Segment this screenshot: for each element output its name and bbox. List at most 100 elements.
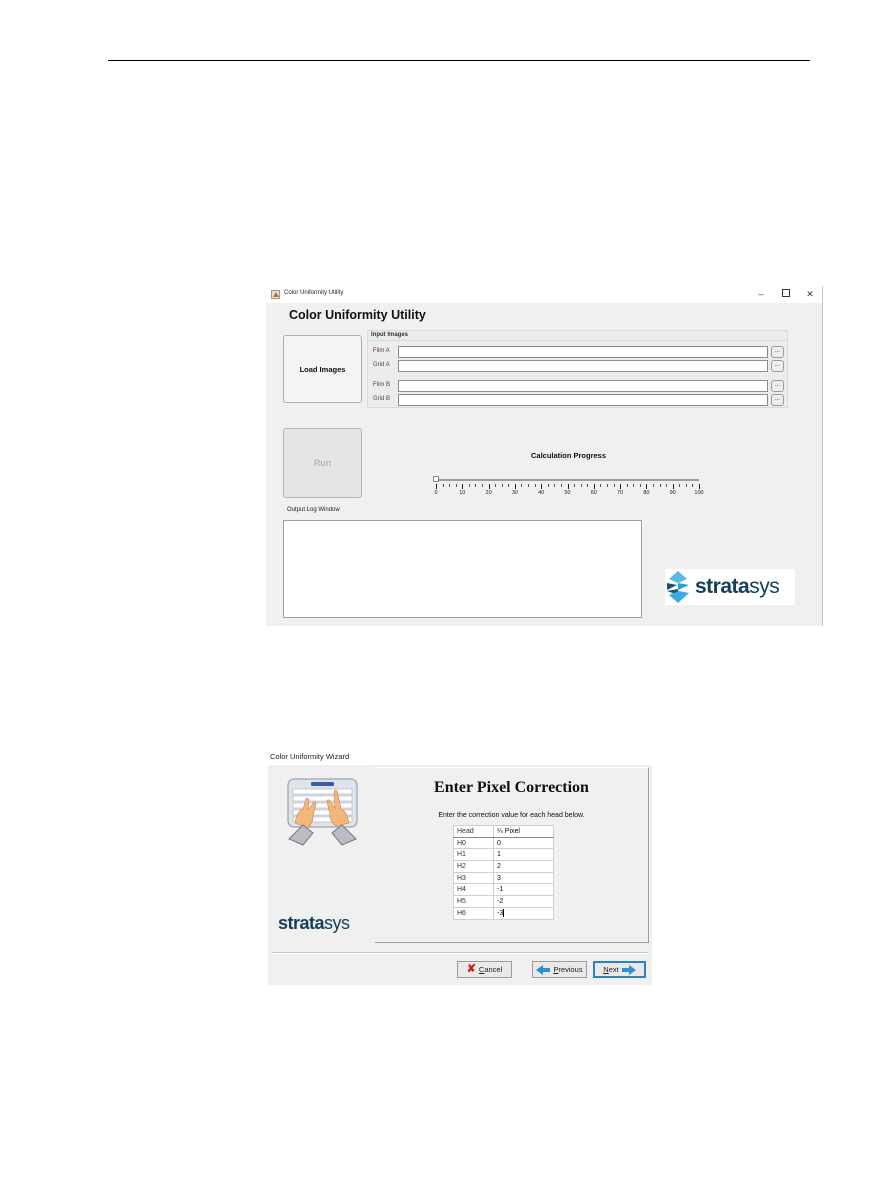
minor-tick — [534, 484, 536, 487]
major-tick — [620, 484, 622, 489]
grid-a-label: Grid A — [373, 362, 390, 368]
maximize-icon — [782, 289, 790, 297]
wizard-page-title: Enter Pixel Correction — [434, 779, 589, 796]
tick-label: 0 — [434, 490, 438, 496]
minor-tick — [580, 484, 582, 487]
minor-tick — [501, 484, 503, 487]
grid-a-browse-button[interactable]: ... — [771, 360, 784, 372]
arrow-right-icon — [621, 964, 636, 975]
app-heading: Color Uniformity Utility — [289, 308, 426, 322]
wizard-instruction: Enter the correction value for each head… — [438, 812, 585, 819]
minor-tick — [554, 484, 556, 487]
minor-tick — [639, 484, 641, 487]
slider-thumb[interactable] — [433, 476, 439, 482]
table-row: H2 2 — [453, 860, 554, 873]
minor-tick — [475, 484, 477, 487]
column-header-head[interactable]: Head — [453, 825, 494, 838]
pixel-value-cell[interactable]: 0 — [493, 836, 554, 850]
major-tick — [567, 484, 569, 489]
window-title: Color Uniformity Utility — [284, 290, 344, 296]
table-row: H5 -2 — [453, 895, 554, 908]
page-header-rule — [108, 60, 810, 61]
stratasys-wizard-logo: stratasys — [278, 913, 350, 933]
input-images-title: Input Images — [371, 332, 409, 338]
pixel-value-cell-editing[interactable]: -3 — [493, 906, 554, 920]
pixel-correction-table: Head ¼ Pixel H0 0 H1 1 H2 2 H3 3 H4 -1 H5 -2 H… — [453, 825, 554, 920]
table-row: H0 0 — [453, 836, 554, 850]
head-cell: H0 — [453, 836, 494, 850]
column-header-quarter-pixel[interactable]: ¼ Pixel — [493, 825, 554, 838]
grid-a-input[interactable] — [398, 360, 768, 372]
minor-tick — [455, 484, 457, 487]
minor-tick — [547, 484, 549, 487]
stratasys-logo-text: stratasys — [695, 575, 780, 598]
output-log-label: Output Log Window — [287, 507, 340, 513]
tick-label: 90 — [669, 490, 676, 496]
minor-tick — [449, 484, 451, 487]
grid-b-browse-button[interactable]: ... — [771, 394, 784, 406]
pixel-value-cell[interactable]: -1 — [493, 883, 554, 897]
previous-button[interactable]: Previous — [532, 961, 587, 978]
table-row: H1 1 — [453, 848, 554, 862]
major-tick — [593, 484, 595, 489]
next-button[interactable]: Next — [593, 961, 646, 978]
head-cell: H2 — [453, 860, 494, 873]
tick-label: 70 — [617, 490, 624, 496]
cancel-button[interactable]: ✘ Cancel — [457, 961, 512, 978]
minor-tick — [442, 484, 444, 487]
head-cell: H1 — [453, 848, 494, 862]
close-button[interactable]: ✕ — [803, 288, 817, 300]
film-a-browse-button[interactable]: ... — [771, 346, 784, 358]
grid-b-label: Grid B — [373, 396, 391, 402]
pixel-value-cell[interactable]: 3 — [493, 871, 554, 885]
minor-tick — [600, 484, 602, 487]
text-caret — [503, 909, 505, 918]
calculation-progress-slider[interactable]: 0 10 20 30 40 50 60 70 80 90 100 — [433, 476, 704, 496]
major-tick — [436, 484, 437, 489]
cancel-x-icon: ✘ — [466, 963, 476, 975]
calculation-progress-title: Calculation Progress — [531, 451, 607, 460]
minor-tick — [508, 484, 510, 487]
major-tick — [672, 484, 674, 489]
minor-tick — [574, 484, 576, 487]
minor-tick — [685, 484, 687, 487]
app-icon — [271, 290, 280, 299]
tick-label: 50 — [564, 490, 571, 496]
minor-tick — [587, 484, 589, 487]
pixel-value-cell[interactable]: 1 — [493, 848, 554, 862]
load-images-button[interactable]: Load Images — [283, 335, 362, 403]
major-tick — [646, 484, 648, 489]
major-tick — [541, 484, 543, 489]
pixel-value-cell[interactable]: 2 — [493, 860, 554, 873]
table-row: H3 3 — [453, 871, 554, 885]
minor-tick — [659, 484, 661, 487]
output-log-window[interactable] — [283, 520, 642, 618]
head-cell: H3 — [453, 871, 494, 885]
minor-tick — [560, 484, 562, 487]
minor-tick — [679, 484, 681, 487]
tick-label: 60 — [590, 490, 597, 496]
minor-tick — [652, 484, 654, 487]
color-uniformity-wizard: stratasys Enter Pixel Correction Enter t… — [268, 765, 652, 985]
minimize-button[interactable]: – — [754, 288, 768, 300]
head-cell: H4 — [453, 883, 494, 897]
maximize-button[interactable] — [779, 288, 793, 300]
pixel-value-cell[interactable]: -2 — [493, 895, 554, 908]
major-tick — [514, 484, 516, 489]
tick-label: 20 — [485, 490, 492, 496]
slider-track — [436, 479, 699, 481]
minor-tick — [468, 484, 470, 487]
table-header-row: Head ¼ Pixel — [453, 825, 554, 838]
film-b-input[interactable] — [398, 380, 768, 392]
title-bar: Color Uniformity Utility – ✕ — [266, 286, 822, 303]
arrow-left-icon — [536, 964, 551, 975]
group-divider — [368, 340, 787, 341]
minor-tick — [613, 484, 615, 487]
tick-label: 40 — [538, 490, 545, 496]
film-a-input[interactable] — [398, 346, 768, 358]
run-button[interactable]: Run — [283, 428, 362, 498]
grid-b-input[interactable] — [398, 394, 768, 406]
pixel-correction-panel: Enter Pixel Correction Enter the correct… — [375, 767, 649, 943]
tick-label: 100 — [694, 490, 704, 496]
film-b-browse-button[interactable]: ... — [771, 380, 784, 392]
